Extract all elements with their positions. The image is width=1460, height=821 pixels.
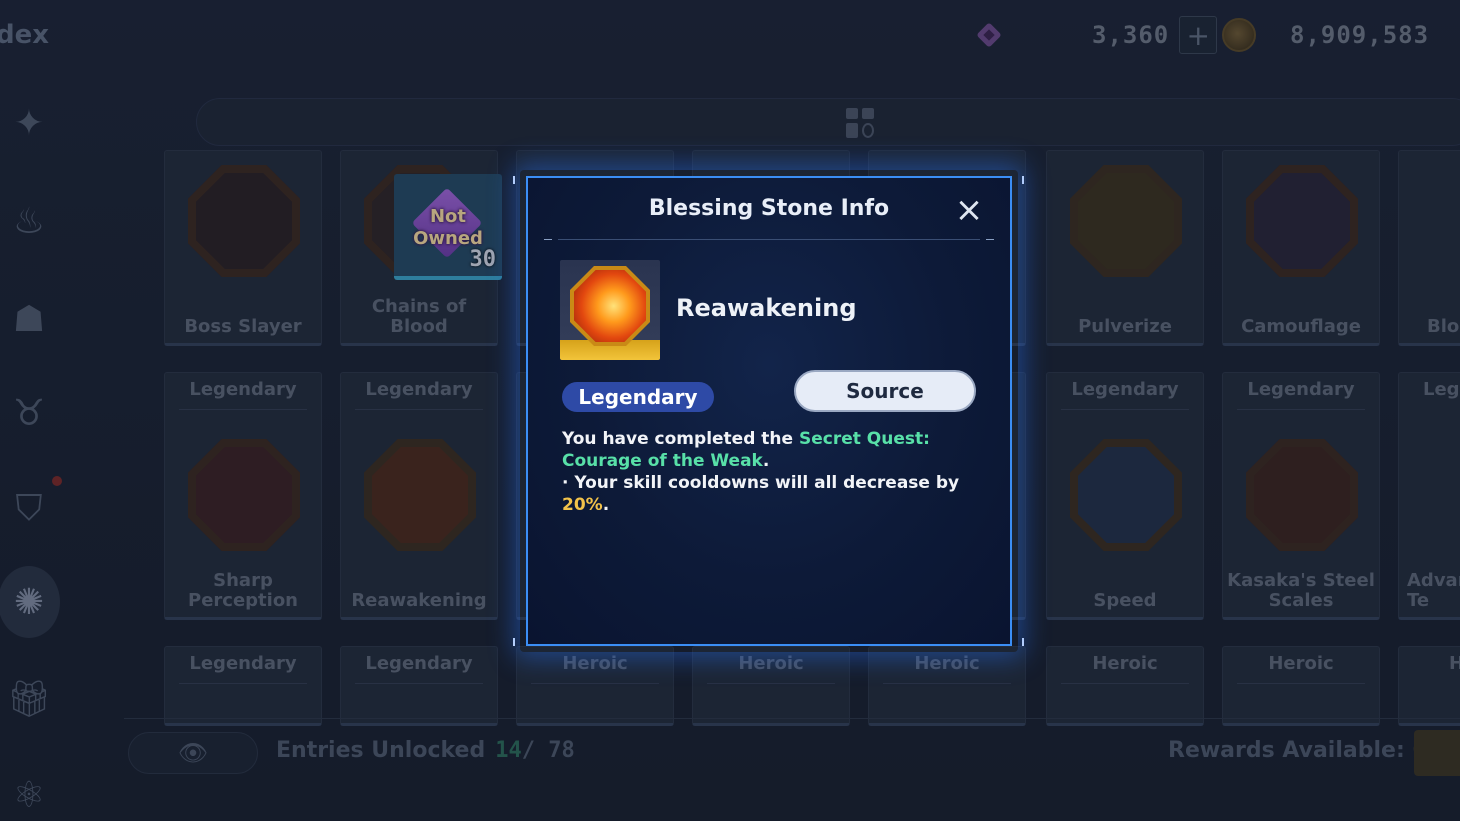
frame-corner [1022,638,1024,646]
source-button[interactable]: Source [794,370,976,412]
frame-corner [513,176,515,184]
modal-title: Blessing Stone Info [648,196,890,221]
frame-corner [513,638,515,646]
frame-corner [1022,176,1024,184]
close-icon[interactable]: × [954,193,984,227]
blessing-stone-info-modal: Blessing Stone Info × Reawakening Legend… [526,176,1012,646]
rarity-badge: Legendary [562,382,714,412]
stone-portrait [560,260,660,360]
desc-text: . [762,451,770,471]
desc-effect: · Your skill cooldowns will all decrease… [562,473,960,493]
desc-text: . [602,495,610,515]
effect-value: 20% [562,495,603,515]
title-divider [544,239,994,240]
desc-text: You have completed the [562,429,799,449]
flaming-hand-icon [570,266,650,346]
stone-description: You have completed the Secret Quest: Cou… [562,428,982,516]
stone-name: Reawakening [676,294,857,322]
